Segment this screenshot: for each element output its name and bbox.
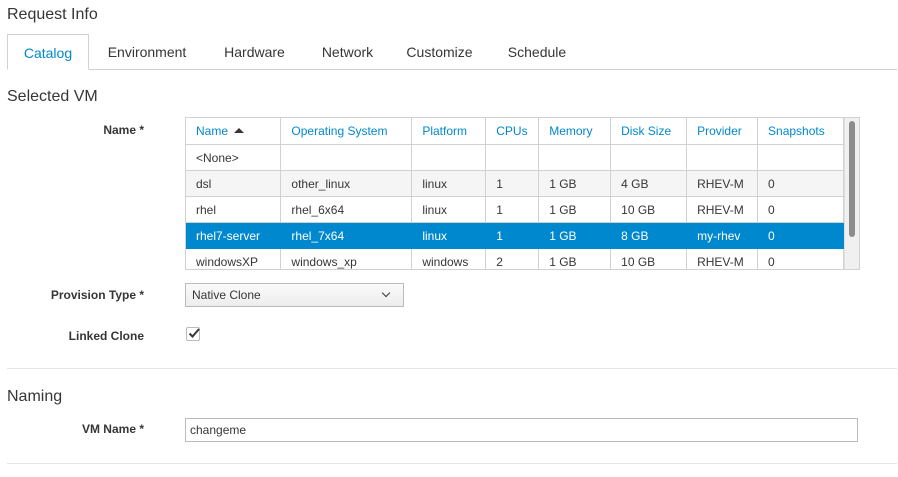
table-vertical-scrollbar[interactable] — [844, 118, 859, 269]
checkmark-icon — [188, 328, 200, 338]
table-cell: windows_xp — [280, 248, 413, 269]
table-row[interactable]: rhel rhel_6x64 linux 1 1 GB 10 GB RHEV-M… — [186, 196, 844, 223]
table-cell: 10 GB — [610, 248, 688, 269]
table-cell: rhel7-server — [186, 222, 282, 249]
linked-clone-label: Linked Clone — [68, 329, 144, 343]
name-label: Name * — [103, 123, 144, 137]
column-header-platform[interactable]: Platform — [411, 118, 487, 145]
table-cell: linux — [411, 196, 487, 223]
table-cell: rhel_6x64 — [280, 196, 413, 223]
tab-schedule[interactable]: Schedule — [497, 34, 577, 69]
table-cell: dsl — [186, 170, 282, 197]
table-cell: 1 GB — [538, 248, 612, 269]
table-cell: 8 GB — [610, 222, 688, 249]
table-cell: rhel_7x64 — [280, 222, 413, 249]
table-row[interactable]: dsl other_linux linux 1 1 GB 4 GB RHEV-M… — [186, 170, 844, 197]
table-cell: other_linux — [280, 170, 413, 197]
table-cell: rhel — [186, 196, 282, 223]
table-cell — [610, 144, 688, 171]
table-cell: 0 — [757, 248, 844, 269]
table-cell: 0 — [757, 222, 844, 249]
table-cell: <None> — [186, 144, 282, 171]
chevron-down-icon — [381, 288, 391, 298]
table-cell: 4 GB — [610, 170, 688, 197]
page-title: Request Info — [7, 6, 98, 23]
table-cell: RHEV-M — [686, 170, 759, 197]
table-cell: 2 — [485, 248, 540, 269]
table-cell: linux — [411, 222, 487, 249]
selected-vm-heading: Selected VM — [7, 88, 98, 105]
table-row[interactable]: windowsXP windows_xp windows 2 1 GB 10 G… — [186, 248, 844, 269]
column-header-cpus[interactable]: CPUs — [485, 118, 540, 145]
table-cell: 1 GB — [538, 196, 612, 223]
table-cell: windows — [411, 248, 487, 269]
table-cell: 1 — [485, 222, 540, 249]
section-divider — [7, 463, 897, 464]
table-row[interactable]: <None> — [186, 144, 844, 171]
table-header-row: Name Operating System Platform CPUs Memo… — [186, 118, 844, 145]
table-cell: 1 GB — [538, 222, 612, 249]
provision-type-value: Native Clone — [192, 288, 261, 302]
table-cell: 1 GB — [538, 170, 612, 197]
table-cell: 0 — [757, 170, 844, 197]
column-header-snapshots[interactable]: Snapshots — [757, 118, 844, 145]
table-cell: my-rhev — [686, 222, 759, 249]
tab-catalog[interactable]: Catalog — [7, 34, 89, 70]
column-header-disk-size[interactable]: Disk Size — [610, 118, 688, 145]
linked-clone-checkbox[interactable] — [186, 327, 200, 341]
table-cell — [485, 144, 540, 171]
column-header-provider[interactable]: Provider — [686, 118, 759, 145]
provision-type-select[interactable]: Native Clone — [185, 283, 404, 307]
column-header-label: Name — [196, 124, 229, 138]
vm-table: Name Operating System Platform CPUs Memo… — [185, 117, 860, 270]
table-cell: 10 GB — [610, 196, 688, 223]
table-cell: linux — [411, 170, 487, 197]
scrollbar-thumb[interactable] — [849, 121, 855, 237]
naming-heading: Naming — [7, 388, 63, 405]
vm-name-input[interactable] — [185, 418, 858, 442]
table-cell — [280, 144, 413, 171]
vm-grid: Name Operating System Platform CPUs Memo… — [186, 118, 844, 269]
table-cell: windowsXP — [186, 248, 282, 269]
table-cell — [757, 144, 844, 171]
provision-type-label: Provision Type * — [50, 288, 144, 302]
table-cell: RHEV-M — [686, 196, 759, 223]
table-cell: RHEV-M — [686, 248, 759, 269]
column-header-operating-system[interactable]: Operating System — [280, 118, 413, 145]
table-cell — [538, 144, 612, 171]
table-cell: 1 — [485, 196, 540, 223]
vm-name-label: VM Name * — [81, 422, 144, 436]
table-cell — [686, 144, 759, 171]
sort-ascending-icon — [234, 128, 245, 133]
tab-hardware[interactable]: Hardware — [212, 34, 297, 69]
column-header-memory[interactable]: Memory — [538, 118, 612, 145]
table-cell: 0 — [757, 196, 844, 223]
tab-customize[interactable]: Customize — [397, 34, 482, 69]
section-divider — [7, 368, 897, 369]
tab-environment[interactable]: Environment — [97, 34, 197, 69]
tab-network[interactable]: Network — [310, 34, 385, 69]
table-cell — [411, 144, 487, 171]
column-header-name[interactable]: Name — [186, 118, 282, 145]
tab-bar: Catalog Environment Hardware Network Cus… — [7, 34, 897, 70]
table-row-selected[interactable]: rhel7-server rhel_7x64 linux 1 1 GB 8 GB… — [186, 222, 844, 249]
table-cell: 1 — [485, 170, 540, 197]
